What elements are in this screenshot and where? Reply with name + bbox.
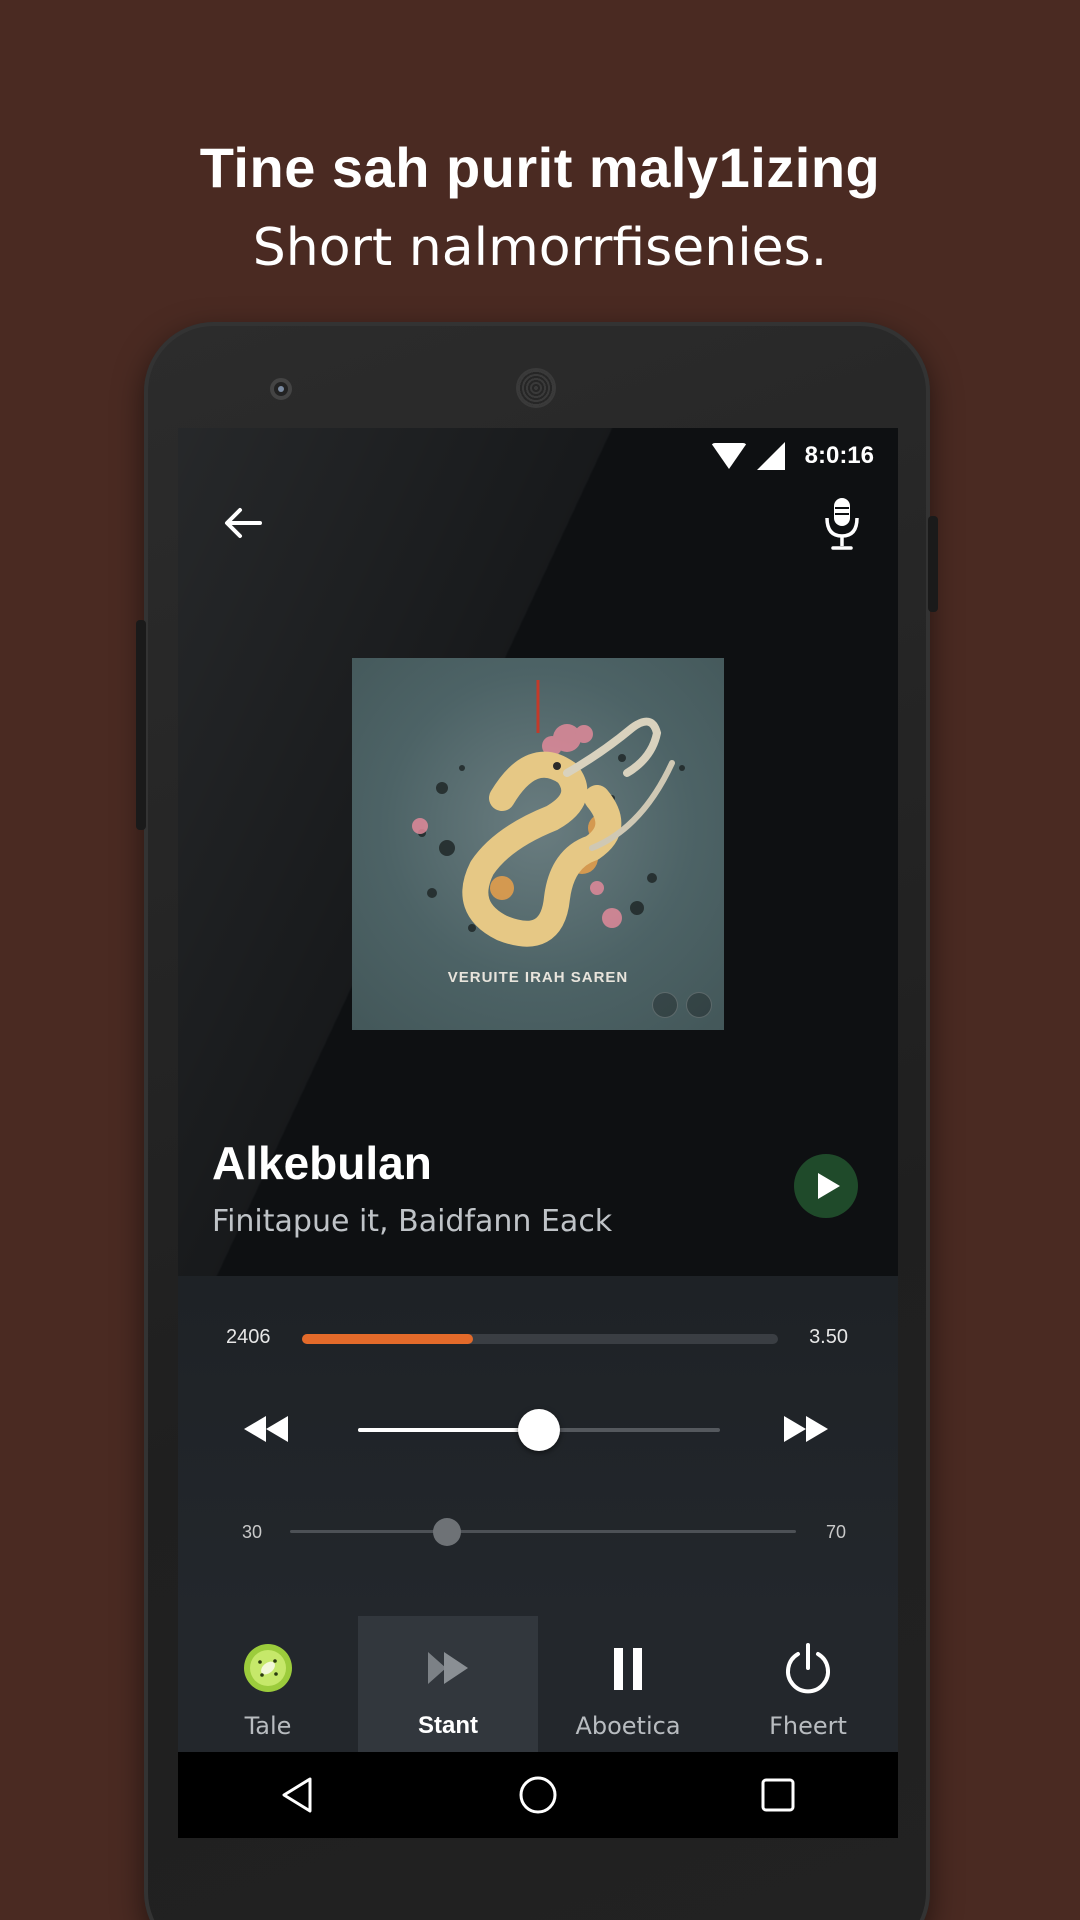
album-badge-icon [686, 992, 712, 1018]
elapsed-time: 2406 [226, 1326, 271, 1348]
status-time: 8:0:16 [804, 442, 874, 469]
status-bar: 8:0:16 [710, 434, 874, 478]
seek-slider[interactable] [358, 1409, 720, 1451]
phone-side-button-left [136, 620, 146, 830]
earpiece-speaker [516, 368, 556, 408]
volume-min-label: 30 [242, 1522, 263, 1542]
forward-icon [422, 1642, 474, 1694]
tab-label: Stant [418, 1712, 478, 1739]
play-button[interactable] [794, 1154, 858, 1218]
phone-side-button-right [928, 516, 938, 612]
headline-subtitle: Short nalmorrfisenies. [252, 218, 828, 278]
tab-label: Fheert [769, 1712, 847, 1740]
volume-max-label: 70 [825, 1522, 846, 1542]
fast-forward-icon [784, 1416, 806, 1442]
total-time: 3.50 [809, 1326, 848, 1348]
promo-headline: Tine sah purit maly1izing Short nalmorrf… [0, 135, 1080, 278]
player-controls: 2406 3.50 30 70 [178, 1276, 898, 1616]
nav-home-icon[interactable] [516, 1773, 560, 1817]
headline-title: Tine sah purit maly1izing [199, 136, 881, 199]
rewind-icon [244, 1416, 266, 1442]
nav-recents-icon[interactable] [756, 1773, 800, 1817]
seek-fill [358, 1428, 539, 1432]
rewind-button[interactable] [244, 1416, 294, 1444]
phone-screen: 8:0:16 VERUITE IRAH SAREN Alkebulan Fini… [178, 428, 898, 1838]
album-cover: VERUITE IRAH SAREN [352, 658, 724, 1030]
signal-icon [756, 442, 785, 470]
rewind-icon [266, 1416, 288, 1442]
tab-tale[interactable]: Tale [178, 1616, 358, 1752]
fast-forward-button[interactable] [784, 1416, 834, 1444]
tab-stant[interactable]: Stant [358, 1616, 538, 1752]
tab-aboetica[interactable]: Aboetica [538, 1616, 718, 1752]
wifi-icon [710, 443, 747, 469]
front-camera [270, 378, 292, 400]
back-arrow-icon[interactable] [220, 500, 266, 546]
album-badge-icon [652, 992, 678, 1018]
pause-icon [602, 1642, 654, 1694]
system-nav-bar [178, 1752, 898, 1838]
tab-label: Tale [244, 1712, 292, 1740]
track-title: Alkebulan [212, 1137, 432, 1189]
seek-handle[interactable] [518, 1409, 560, 1451]
tab-fheert[interactable]: Fheert [718, 1616, 898, 1752]
album-badges [652, 992, 712, 1018]
bottom-tab-bar: Tale Stant Aboetica Fheert [178, 1616, 898, 1752]
play-icon [817, 1173, 840, 1199]
power-icon [782, 1642, 834, 1694]
track-artist: Finitapue it, Baidfann Eack [212, 1204, 613, 1239]
fast-forward-icon [806, 1416, 828, 1442]
progress-bar[interactable] [302, 1334, 778, 1344]
album-cover-text: VERUITE IRAH SAREN [447, 969, 629, 986]
progress-fill [302, 1334, 474, 1344]
tab-label: Aboetica [575, 1712, 681, 1740]
volume-handle[interactable] [432, 1518, 461, 1546]
volume-slider[interactable] [290, 1518, 796, 1546]
microphone-icon[interactable] [822, 496, 862, 552]
nav-back-icon[interactable] [276, 1773, 320, 1817]
kiwi-icon [242, 1642, 294, 1694]
